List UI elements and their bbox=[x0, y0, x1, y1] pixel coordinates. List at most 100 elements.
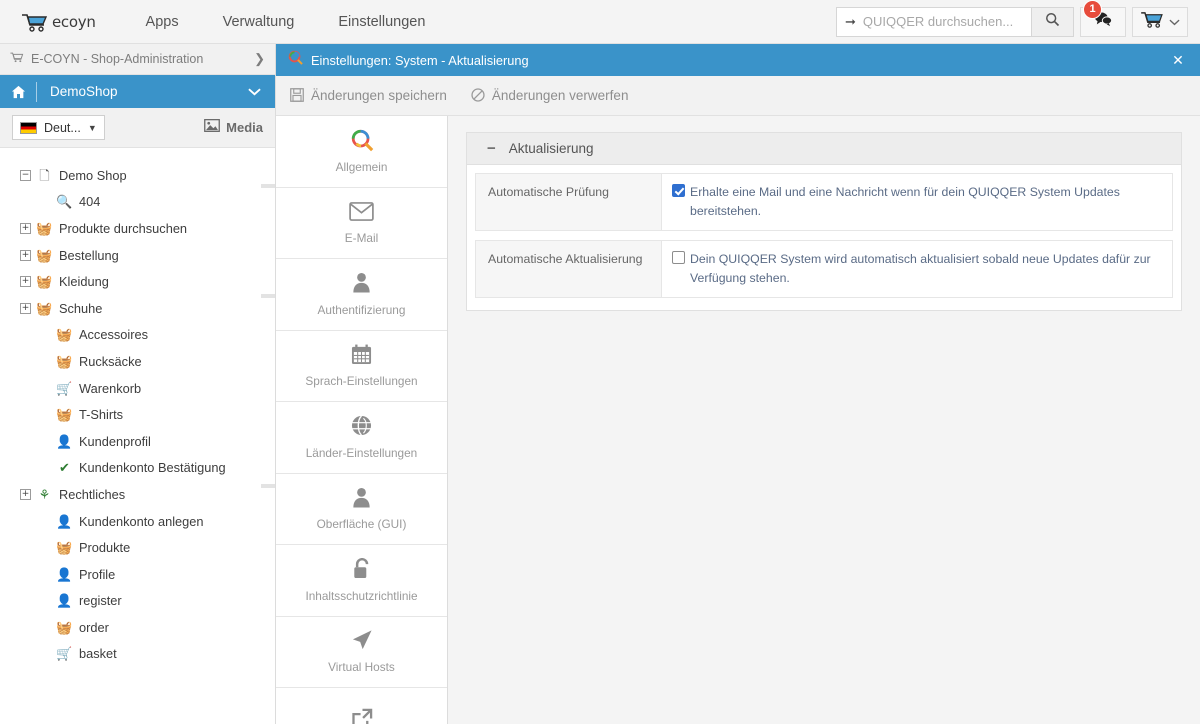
tree-expand-icon[interactable]: + bbox=[20, 223, 31, 234]
caret-down-icon: ▼ bbox=[88, 123, 97, 133]
settings-content: − Aktualisierung Automatische Prüfung Er… bbox=[448, 116, 1200, 724]
tree-item[interactable]: +🧺Schuhe bbox=[0, 295, 275, 322]
demoshop-bar[interactable]: DemoShop bbox=[0, 75, 275, 108]
minus-icon[interactable]: − bbox=[487, 141, 496, 156]
tree-item[interactable]: 🛒basket bbox=[0, 641, 275, 668]
tree-item-label: Accessoires bbox=[79, 327, 148, 342]
save-changes-button[interactable]: Änderungen speichern bbox=[290, 88, 447, 104]
basket-icon: 🧺 bbox=[56, 353, 73, 370]
save-changes-label: Änderungen speichern bbox=[311, 88, 447, 103]
tree-item-label: Schuhe bbox=[59, 301, 102, 316]
tree-toggle-spacer bbox=[40, 462, 51, 473]
settings-category-label: Länder-Einstellungen bbox=[306, 446, 418, 460]
tree-item-label: Rechtliches bbox=[59, 487, 125, 502]
setting-row: Automatische Prüfung Erhalte eine Mail u… bbox=[475, 173, 1173, 231]
tree-item[interactable]: 👤register bbox=[0, 588, 275, 615]
update-settings-box: − Aktualisierung Automatische Prüfung Er… bbox=[466, 132, 1182, 311]
settings-category-oberfl-che-gui-[interactable]: Oberfläche (GUI) bbox=[276, 474, 447, 546]
chevron-right-icon[interactable]: ❯ bbox=[254, 51, 265, 67]
settings-category-e-mail[interactable]: E-Mail bbox=[276, 188, 447, 260]
shopping-cart-icon bbox=[20, 12, 50, 32]
tree-item-label: basket bbox=[79, 646, 117, 661]
setting-value: Dein QUIQQER System wird automatisch akt… bbox=[662, 241, 1172, 297]
discard-changes-button[interactable]: Änderungen verwerfen bbox=[471, 88, 629, 104]
basket-green-icon: 🧺 bbox=[56, 406, 73, 423]
panel-title-text: Einstellungen: System - Aktualisierung bbox=[311, 53, 529, 68]
panel-titlebar: Einstellungen: System - Aktualisierung ✕ bbox=[276, 44, 1200, 76]
settings-category-more[interactable] bbox=[276, 688, 447, 724]
settings-category-l-nder-einstellungen[interactable]: Länder-Einstellungen bbox=[276, 402, 447, 474]
search-button[interactable] bbox=[1032, 7, 1074, 37]
settings-category-label: Oberfläche (GUI) bbox=[317, 517, 407, 531]
tree-collapse-icon[interactable]: − bbox=[20, 170, 31, 181]
tree-item[interactable]: 🧺Produkte bbox=[0, 534, 275, 561]
tree-item[interactable]: 👤Kundenkonto anlegen bbox=[0, 508, 275, 535]
search-input[interactable] bbox=[863, 14, 1023, 29]
automatic-update-checkbox[interactable] bbox=[672, 251, 685, 264]
tree-item[interactable]: +🧺Bestellung bbox=[0, 242, 275, 269]
settings-category-authentifizierung[interactable]: Authentifizierung bbox=[276, 259, 447, 331]
header-actions: ➞ 1 bbox=[836, 7, 1200, 37]
nav-item-verwaltung[interactable]: Verwaltung bbox=[201, 0, 317, 44]
language-bar: Deut... ▼ Media bbox=[0, 108, 275, 148]
settings-category-inhaltsschutzrichtlinie[interactable]: Inhaltsschutzrichtlinie bbox=[276, 545, 447, 617]
tree-item[interactable]: 👤 Profile bbox=[0, 561, 275, 588]
site-tree: −🗋Demo Shop🔍404+🧺Produkte durchsuchen+🧺B… bbox=[0, 148, 275, 724]
media-button[interactable]: Media bbox=[204, 119, 263, 137]
globe-icon bbox=[351, 415, 372, 437]
chevron-down-icon[interactable] bbox=[248, 84, 275, 99]
shop-administration-bar[interactable]: E-COYN - Shop-Administration ❯ bbox=[0, 44, 275, 75]
basket-red-icon: 🧺 bbox=[56, 619, 73, 636]
tree-item[interactable]: ✔Kundenkonto Bestätigung bbox=[0, 455, 275, 482]
tree-expand-icon[interactable]: + bbox=[20, 303, 31, 314]
automatic-check-checkbox[interactable] bbox=[672, 184, 685, 197]
user-red-icon: 👤 bbox=[56, 566, 73, 583]
tree-item[interactable]: 🛒Warenkorb bbox=[0, 375, 275, 402]
basket-green-icon: 🧺 bbox=[56, 539, 73, 556]
tree-item[interactable]: 👤Kundenprofil bbox=[0, 428, 275, 455]
tree-item-label: Produkte durchsuchen bbox=[59, 221, 187, 236]
tree-item[interactable]: 🧺Rucksäcke bbox=[0, 348, 275, 375]
cart-button[interactable] bbox=[1132, 7, 1188, 37]
nav-item-apps[interactable]: Apps bbox=[124, 0, 201, 44]
tree-toggle-spacer bbox=[40, 329, 51, 340]
brand-logo[interactable]: ecoyn bbox=[20, 12, 96, 32]
settings-category-label: Sprach-Einstellungen bbox=[305, 374, 417, 388]
tree-expand-icon[interactable]: + bbox=[20, 276, 31, 287]
tree-expand-icon[interactable]: + bbox=[20, 489, 31, 500]
panel-body: Allgemein E-MailAuthentifizierung Sprach-E… bbox=[276, 116, 1200, 724]
tree-item[interactable]: +🧺Kleidung bbox=[0, 268, 275, 295]
messages-button[interactable]: 1 bbox=[1080, 7, 1126, 37]
settings-category-virtual-hosts[interactable]: Virtual Hosts bbox=[276, 617, 447, 689]
nav-label: Verwaltung bbox=[223, 14, 295, 30]
tree-item[interactable]: 🧺T-Shirts bbox=[0, 401, 275, 428]
demoshop-name: DemoShop bbox=[37, 84, 118, 99]
tree-item-label: Profile bbox=[79, 567, 115, 582]
tree-item[interactable]: −🗋Demo Shop bbox=[0, 162, 275, 189]
search-field[interactable]: ➞ bbox=[836, 7, 1032, 37]
settings-category-allgemein[interactable]: Allgemein bbox=[276, 116, 447, 188]
language-select[interactable]: Deut... ▼ bbox=[12, 115, 105, 140]
tree-item[interactable]: 🔍404 bbox=[0, 189, 275, 216]
tree-item-label: Kleidung bbox=[59, 274, 109, 289]
discard-changes-label: Änderungen verwerfen bbox=[492, 88, 629, 103]
close-icon[interactable]: ✕ bbox=[1168, 52, 1188, 69]
chevron-down-icon bbox=[1169, 13, 1180, 31]
tree-item[interactable]: 🧺order bbox=[0, 614, 275, 641]
settings-category-label: Allgemein bbox=[336, 160, 388, 174]
automatic-update-description[interactable]: Dein QUIQQER System wird automatisch akt… bbox=[690, 250, 1162, 288]
tree-item[interactable]: 🧺Accessoires bbox=[0, 322, 275, 349]
tree-toggle-spacer bbox=[40, 409, 51, 420]
nav-label: Einstellungen bbox=[338, 14, 425, 30]
external-link-icon bbox=[351, 708, 373, 724]
settings-category-sprach-einstellungen[interactable]: Sprach-Einstellungen bbox=[276, 331, 447, 403]
settings-category-list: Allgemein E-MailAuthentifizierung Sprach-E… bbox=[276, 116, 448, 724]
automatic-check-description[interactable]: Erhalte eine Mail und eine Nachricht wen… bbox=[690, 183, 1162, 221]
tree-item[interactable]: +🧺Produkte durchsuchen bbox=[0, 215, 275, 242]
section-header[interactable]: − Aktualisierung bbox=[467, 133, 1181, 165]
nav-item-einstellungen[interactable]: Einstellungen bbox=[316, 0, 447, 44]
tree-item[interactable]: +⚘Rechtliches bbox=[0, 481, 275, 508]
messages-badge: 1 bbox=[1083, 0, 1102, 19]
tree-expand-icon[interactable]: + bbox=[20, 250, 31, 261]
tree-edge-mark bbox=[261, 184, 275, 188]
